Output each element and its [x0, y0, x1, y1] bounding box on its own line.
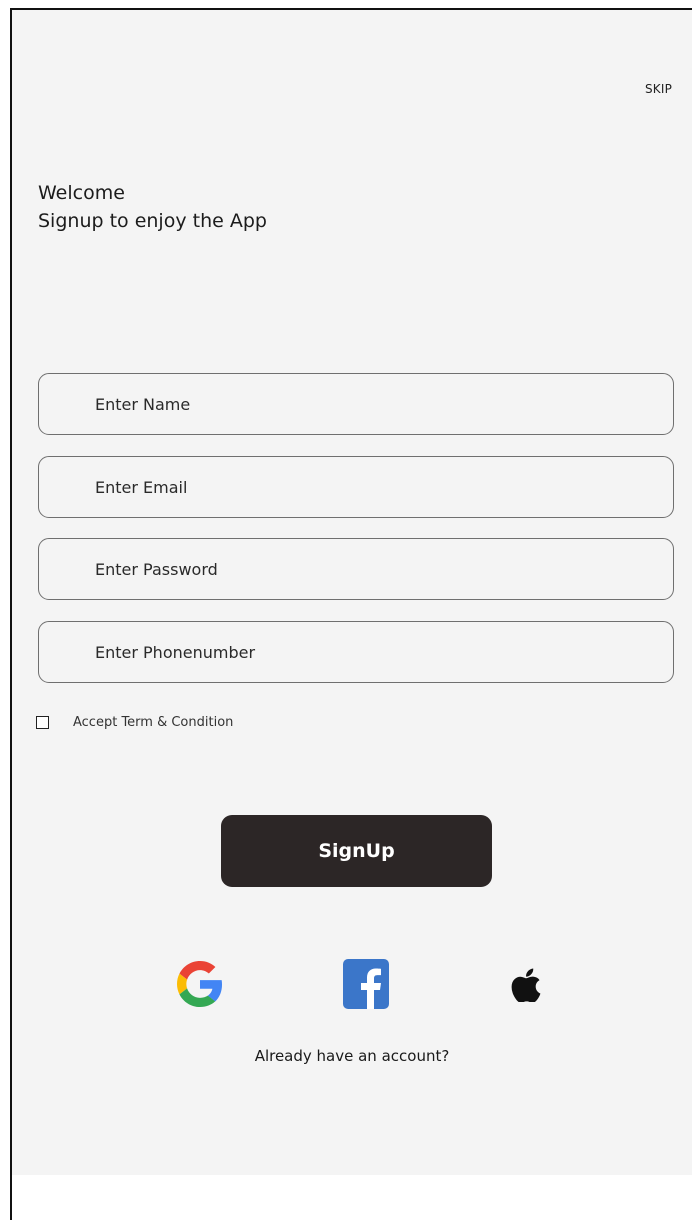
welcome-subtitle: Signup to enjoy the App: [38, 209, 267, 232]
signup-screen: SKIP Welcome Signup to enjoy the App Acc…: [12, 10, 692, 1175]
terms-row: Accept Term & Condition: [36, 715, 233, 730]
phone-input[interactable]: [38, 621, 674, 683]
facebook-icon: [343, 959, 389, 1009]
apple-icon: [511, 968, 541, 1002]
signup-button[interactable]: SignUp: [221, 815, 492, 887]
login-link[interactable]: Already have an account?: [12, 1047, 692, 1065]
skip-button[interactable]: SKIP: [645, 82, 672, 96]
terms-label: Accept Term & Condition: [73, 715, 234, 730]
google-signin-button[interactable]: [176, 958, 224, 1010]
facebook-signin-button[interactable]: [342, 958, 390, 1010]
terms-checkbox[interactable]: [36, 716, 49, 729]
apple-signin-button[interactable]: [502, 958, 550, 1010]
google-icon: [177, 961, 223, 1007]
welcome-title: Welcome: [38, 182, 125, 204]
name-input[interactable]: [38, 373, 674, 435]
welcome-block: Welcome Signup to enjoy the App: [38, 180, 267, 235]
device-frame: SKIP Welcome Signup to enjoy the App Acc…: [10, 8, 692, 1220]
email-input[interactable]: [38, 456, 674, 518]
password-input[interactable]: [38, 538, 674, 600]
